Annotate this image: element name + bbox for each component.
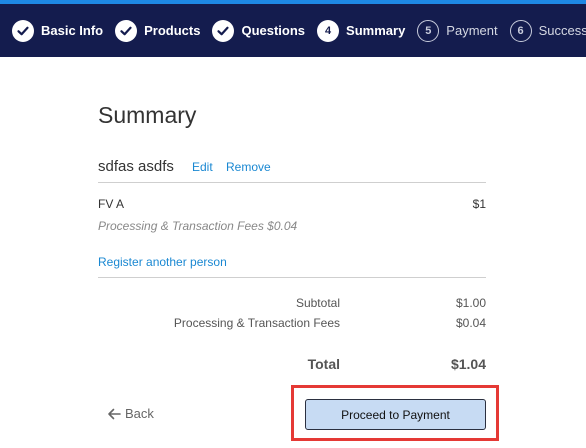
step-label: Success: [538, 23, 586, 38]
step-products: Products: [115, 19, 201, 42]
divider: [98, 277, 486, 278]
back-label: Back: [125, 406, 154, 421]
check-circle-icon: [212, 19, 235, 42]
step-label: Summary: [346, 23, 406, 38]
step-success: 6 Success: [509, 19, 586, 42]
fees-value: $0.04: [455, 316, 486, 330]
step-label: Payment: [446, 23, 498, 38]
check-circle-icon: [12, 19, 34, 42]
proceed-to-payment-button[interactable]: Proceed to Payment: [305, 399, 486, 430]
register-another-link[interactable]: Register another person: [98, 255, 227, 269]
check-circle-icon: [115, 19, 138, 42]
subtotal-value: $1.00: [455, 296, 486, 310]
step-basic-info: Basic Info: [12, 19, 104, 42]
step-number: 5: [417, 19, 440, 42]
subtotal-label: Subtotal: [295, 296, 340, 310]
step-number: 4: [317, 19, 340, 42]
step-label: Questions: [241, 23, 306, 38]
total-value: $1.04: [450, 356, 486, 372]
page-title: Summary: [98, 102, 197, 128]
total-label: Total: [307, 356, 340, 372]
checkout-stepper: Basic Info Products Questions 4 Summary …: [0, 4, 586, 57]
attendee-name: sdfas asdfs: [98, 158, 174, 175]
arrow-left-icon: [108, 408, 121, 419]
step-payment: 5 Payment: [417, 19, 498, 42]
fees-label: Processing & Transaction Fees: [173, 316, 340, 330]
edit-attendee-link[interactable]: Edit: [192, 160, 213, 174]
step-number: 6: [509, 19, 532, 42]
step-label: Products: [144, 23, 201, 38]
step-summary: 4 Summary: [317, 19, 406, 42]
back-button[interactable]: Back: [107, 406, 154, 421]
line-item-price: $1: [472, 197, 486, 211]
step-label: Basic Info: [41, 23, 104, 38]
divider: [98, 182, 486, 183]
line-item-name: FV A: [98, 197, 125, 211]
remove-attendee-link[interactable]: Remove: [226, 160, 271, 174]
step-questions: Questions: [212, 19, 306, 42]
line-item-fee-note: Processing & Transaction Fees $0.04: [98, 219, 298, 233]
